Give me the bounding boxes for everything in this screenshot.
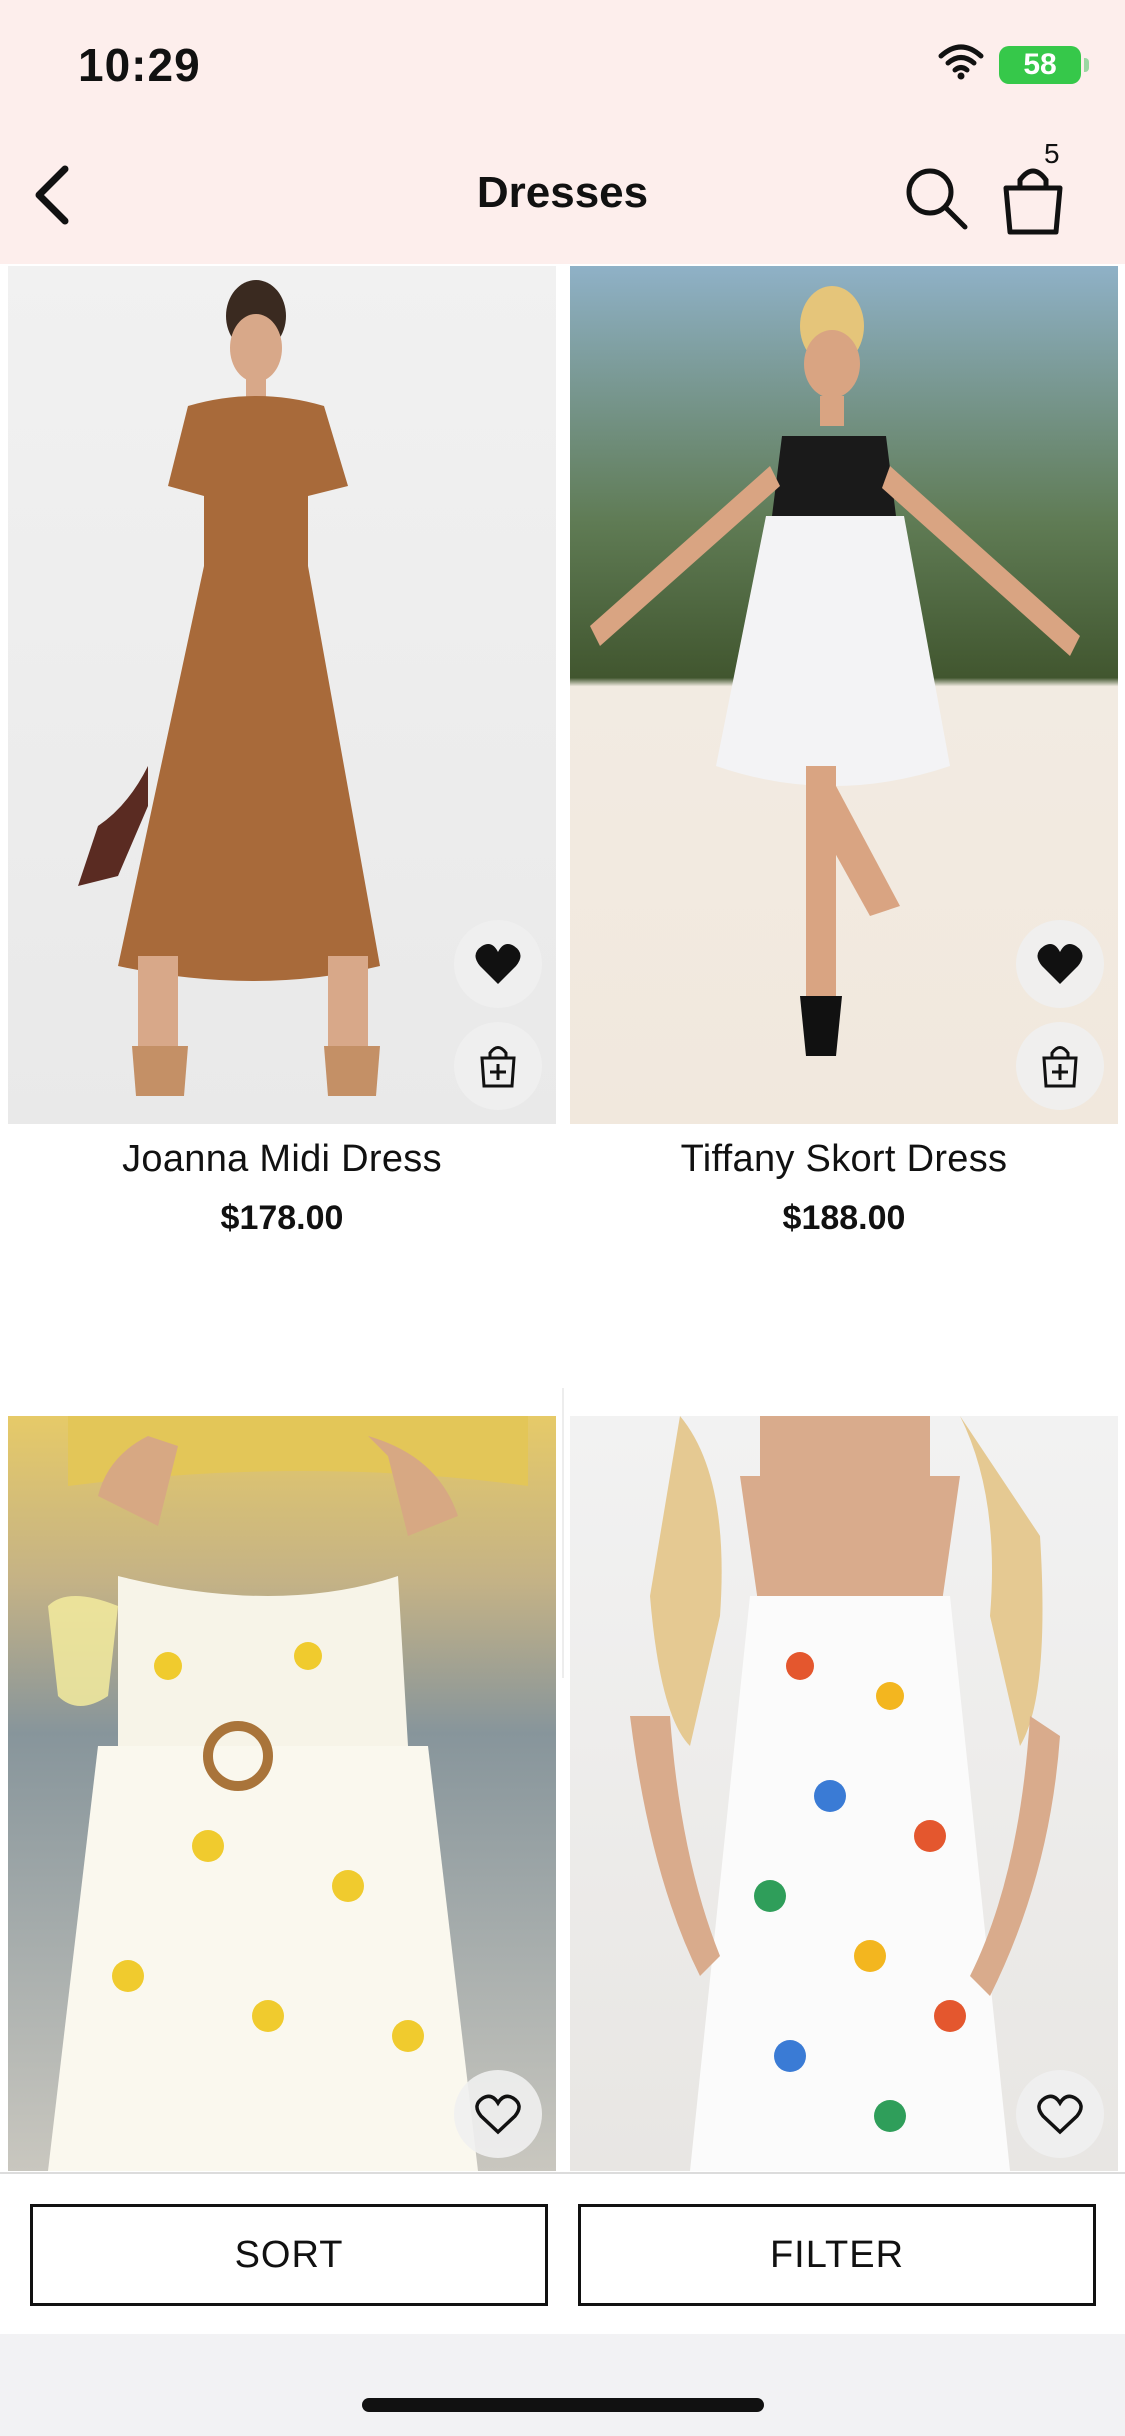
favorite-button[interactable]	[454, 2070, 542, 2158]
product-name[interactable]: Tiffany Skort Dress	[570, 1138, 1118, 1181]
product-grid: Joanna Midi Dress $178.00 Tiffany Skort …	[0, 264, 1125, 2174]
sort-filter-bar: SORT FILTER	[0, 2172, 1125, 2334]
cart-count-badge: 5	[1044, 138, 1060, 169]
status-time: 10:29	[78, 39, 201, 91]
add-to-bag-icon	[480, 1046, 516, 1088]
cart-button[interactable]	[990, 160, 1076, 240]
add-to-bag-icon	[1042, 1046, 1078, 1088]
grid-divider	[562, 1388, 564, 1678]
filter-button[interactable]: FILTER	[578, 2204, 1096, 2306]
wifi-icon	[937, 44, 985, 85]
product-image[interactable]	[570, 266, 1118, 1124]
product-image[interactable]	[8, 266, 556, 1124]
product-image[interactable]	[570, 1416, 1118, 2171]
favorite-button[interactable]	[1016, 2070, 1104, 2158]
product-name[interactable]: Joanna Midi Dress	[8, 1138, 556, 1181]
header: 10:29 58 Dresses 5	[0, 0, 1125, 264]
add-to-bag-button[interactable]	[454, 1022, 542, 1110]
product-price: $188.00	[782, 1199, 906, 1237]
search-icon	[906, 168, 968, 230]
dress-photo	[630, 1416, 1060, 2171]
home-indicator-area	[0, 2334, 1125, 2436]
product-card[interactable]	[8, 1416, 556, 2185]
heart-icon	[1037, 2094, 1083, 2135]
favorite-button[interactable]	[1016, 920, 1104, 1008]
heart-icon	[1037, 944, 1083, 984]
dresses-screen: 10:29 58 Dresses 5 Joanna Midi Dress $17…	[0, 0, 1125, 2436]
shopping-bag-icon	[1003, 168, 1063, 235]
heart-icon	[475, 944, 521, 984]
heart-icon	[475, 2094, 521, 2135]
home-indicator[interactable]	[362, 2398, 764, 2412]
product-price: $178.00	[220, 1199, 344, 1237]
battery-level: 58	[1023, 47, 1057, 81]
battery-icon: 58	[999, 45, 1089, 84]
product-card[interactable]: Tiffany Skort Dress $188.00	[570, 266, 1118, 1238]
product-card[interactable]: Joanna Midi Dress $178.00	[8, 266, 556, 1238]
search-button[interactable]	[896, 158, 976, 238]
product-card[interactable]	[570, 1416, 1118, 2185]
dress-photo	[48, 1416, 528, 2171]
status-icons: 58	[937, 44, 1089, 85]
product-image[interactable]	[8, 1416, 556, 2171]
sort-button[interactable]: SORT	[30, 2204, 548, 2306]
add-to-bag-button[interactable]	[1016, 1022, 1104, 1110]
favorite-button[interactable]	[454, 920, 542, 1008]
